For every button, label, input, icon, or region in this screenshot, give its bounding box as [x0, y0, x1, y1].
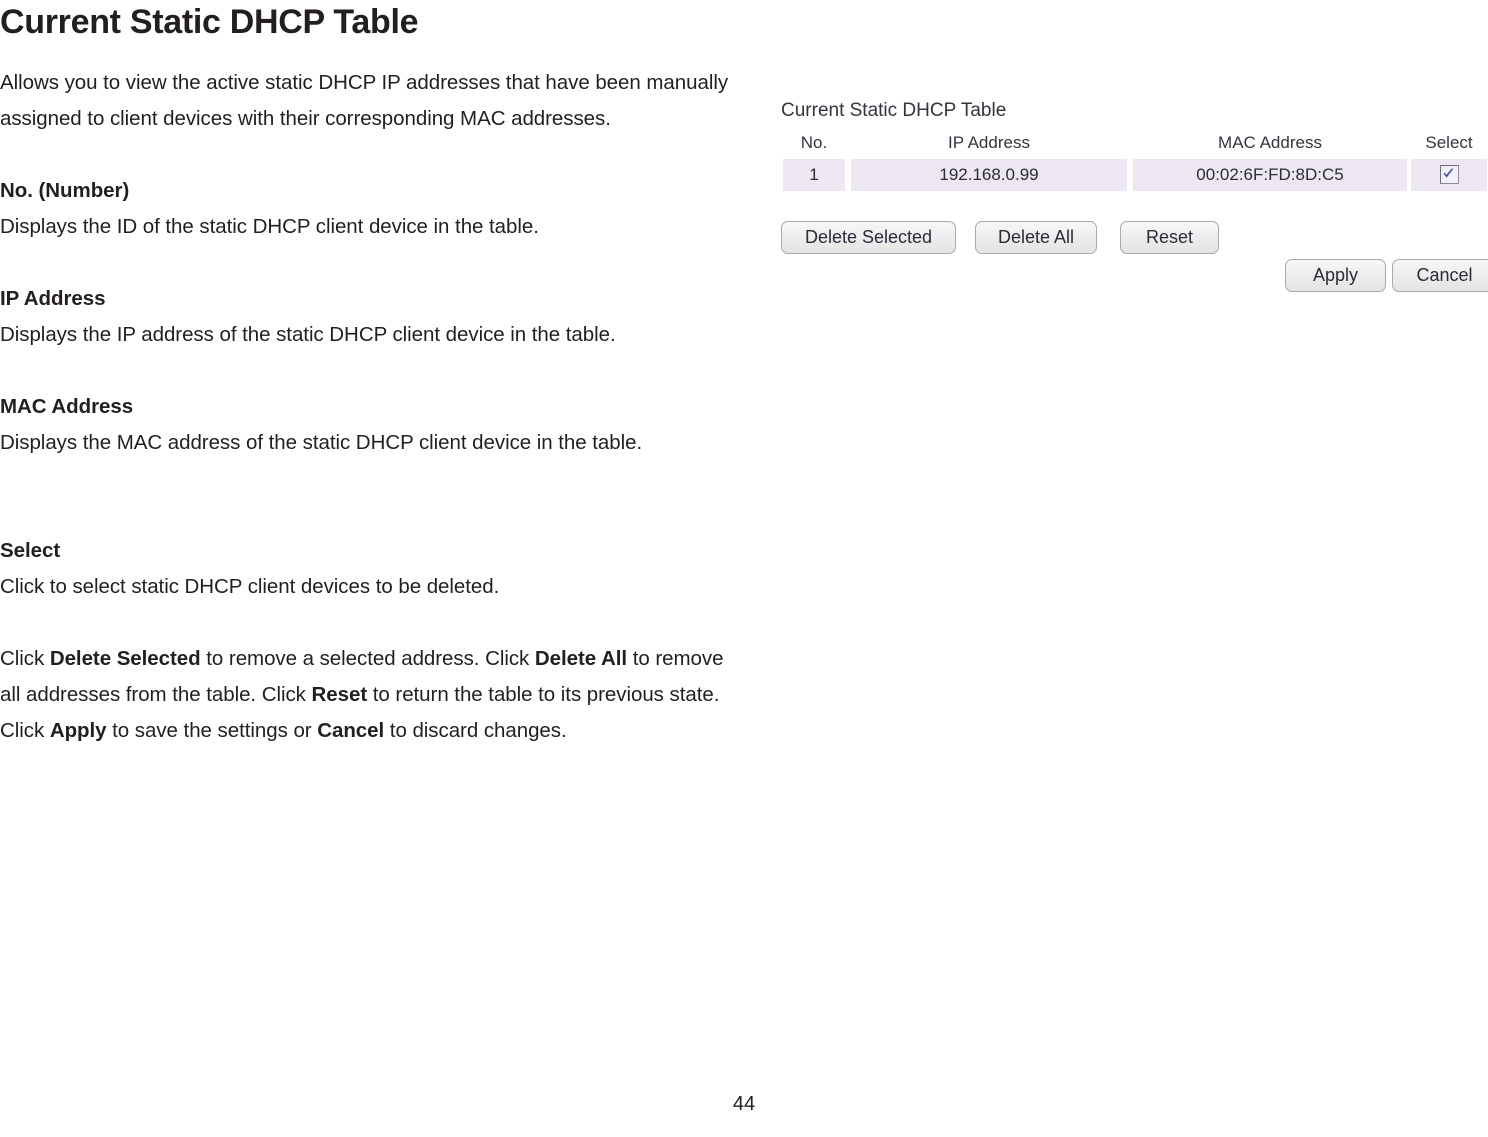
cell-mac-address: 00:02:6F:FD:8D:C5 [1133, 159, 1407, 191]
text-run: to discard changes. [384, 719, 567, 742]
column-header-select: Select [1425, 133, 1473, 152]
section-ip-address: IP Address Displays the IP address of th… [0, 281, 744, 353]
section-no-number: No. (Number) Displays the ID of the stat… [0, 173, 744, 245]
select-checkbox[interactable] [1439, 165, 1459, 185]
table-header-row: No. IP Address MAC Address Select [781, 131, 1488, 159]
bold-reset: Reset [311, 683, 368, 706]
column-header-no: No. [800, 133, 828, 152]
table-row: 1 192.168.0.99 00:02:6F:FD:8D:C5 [781, 159, 1488, 191]
bold-apply: Apply [49, 719, 107, 742]
delete-selected-button[interactable]: Delete Selected [781, 221, 956, 254]
section-select: Select Click to select static DHCP clien… [0, 533, 744, 605]
cell-ip-address: 192.168.0.99 [851, 159, 1127, 191]
section-heading: MAC Address [0, 395, 134, 418]
section-heading: No. (Number) [0, 179, 130, 202]
cell-select [1411, 159, 1487, 191]
column-header-mac: MAC Address [1218, 133, 1322, 152]
static-dhcp-table: No. IP Address MAC Address Select 1 192.… [781, 131, 1488, 191]
bold-cancel: Cancel [317, 719, 385, 742]
cell-no: 1 [783, 159, 845, 191]
documentation-column: Current Static DHCP Table Allows you to … [0, 0, 744, 749]
bold-delete-selected: Delete Selected [49, 647, 201, 670]
closing-paragraph: Click Delete Selected to remove a select… [0, 641, 744, 749]
intro-paragraph: Allows you to view the active static DHC… [0, 71, 729, 130]
section-heading: IP Address [0, 287, 106, 310]
text-run: to save the settings or [106, 719, 318, 742]
column-header-ip: IP Address [948, 133, 1030, 152]
delete-all-button[interactable]: Delete All [975, 221, 1097, 254]
ui-table-caption: Current Static DHCP Table [781, 100, 1007, 121]
page-title: Current Static DHCP Table [0, 3, 419, 41]
section-body: Displays the IP address of the static DH… [0, 323, 616, 346]
page-number: 44 [732, 1093, 756, 1115]
apply-button[interactable]: Apply [1285, 259, 1386, 292]
section-body: Click to select static DHCP client devic… [0, 575, 500, 598]
cancel-button[interactable]: Cancel [1392, 259, 1488, 292]
section-mac-address: MAC Address Displays the MAC address of … [0, 389, 744, 461]
reset-button[interactable]: Reset [1120, 221, 1219, 254]
bold-delete-all: Delete All [534, 647, 628, 670]
section-body: Displays the MAC address of the static D… [0, 431, 643, 454]
text-run: to remove a selected address. Click [200, 647, 535, 670]
text-run: Click [0, 647, 50, 670]
router-ui-screenshot: Current Static DHCP Table No. IP Address… [770, 95, 1488, 310]
section-body: Displays the ID of the static DHCP clien… [0, 215, 539, 238]
section-heading: Select [0, 539, 61, 562]
